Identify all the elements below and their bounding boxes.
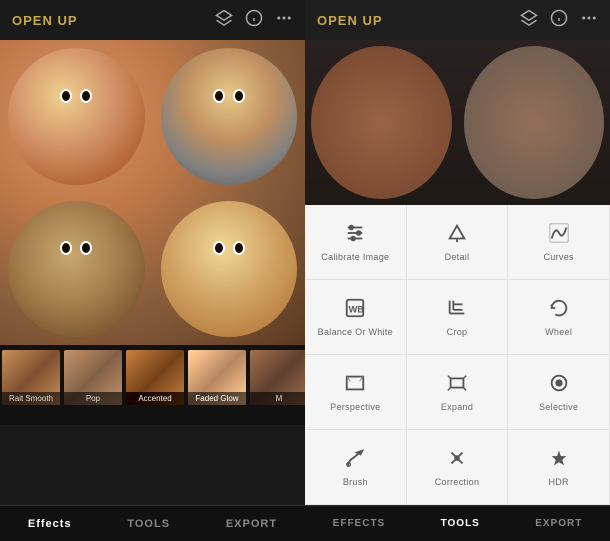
thumbnail-2[interactable]: Pop xyxy=(64,350,122,405)
info-icon[interactable] xyxy=(245,9,263,32)
right-top-icons xyxy=(520,9,598,32)
svg-text:WB: WB xyxy=(349,305,365,315)
tool-wheel-label: Wheel xyxy=(545,327,572,337)
tool-calibrate[interactable]: Calibrate Image xyxy=(305,205,407,280)
hdr-icon xyxy=(548,447,570,473)
right-panel: OPEN UP xyxy=(305,0,610,541)
expand-icon xyxy=(446,372,468,398)
funko-top-left xyxy=(8,48,145,185)
thumbnail-4[interactable]: Faded Glow xyxy=(188,350,246,405)
thumb-label-4: Faded Glow xyxy=(188,392,246,405)
left-panel: OPEN UP xyxy=(0,0,305,541)
tool-perspective[interactable]: Perspective xyxy=(305,355,407,430)
tool-detail-label: Detail xyxy=(445,252,470,262)
thumb-label-1: Rait Smooth xyxy=(2,392,60,405)
thumbnail-3[interactable]: Accented xyxy=(126,350,184,405)
right-tab-tools[interactable]: TOOLS xyxy=(435,510,486,537)
tool-hdr-label: HDR xyxy=(548,477,568,487)
tool-crop-label: Crop xyxy=(447,327,468,337)
tools-grid: Calibrate Image Detail Curves xyxy=(305,205,610,505)
left-top-bar: OPEN UP xyxy=(0,0,305,40)
right-image-content xyxy=(305,40,610,205)
triangle-down-icon xyxy=(446,222,468,248)
right-top-bar: OPEN UP xyxy=(305,0,610,40)
right-bottom-tabs: EFFECTS TOOLS EXPORT xyxy=(305,505,610,541)
left-top-icons xyxy=(215,9,293,32)
tool-expand[interactable]: Expand xyxy=(407,355,509,430)
thumb-label-5: M xyxy=(250,392,305,405)
wb-icon: WB xyxy=(344,297,366,323)
brush-icon xyxy=(344,447,366,473)
more-icon[interactable] xyxy=(275,9,293,32)
crop-icon xyxy=(446,297,468,323)
tab-effects[interactable]: Effects xyxy=(18,510,82,538)
tool-selective-label: Selective xyxy=(539,402,578,412)
tool-curves-label: Curves xyxy=(544,252,574,262)
right-layers-icon[interactable] xyxy=(520,9,538,32)
tab-export[interactable]: EXPORT xyxy=(216,510,287,538)
right-tab-effects[interactable]: EFFECTS xyxy=(327,510,392,537)
tool-wheel[interactable]: Wheel xyxy=(508,280,610,355)
thumb-label-2: Pop xyxy=(64,392,122,405)
app-title-right: OPEN UP xyxy=(317,13,383,28)
rotate-icon xyxy=(548,297,570,323)
selective-icon xyxy=(548,372,570,398)
correction-icon xyxy=(446,447,468,473)
left-bottom-tabs: Effects TOOLS EXPORT xyxy=(0,505,305,541)
thumb-label-3: Accented xyxy=(126,392,184,405)
main-image-content xyxy=(0,40,305,345)
tool-curves[interactable]: Curves xyxy=(508,205,610,280)
thumbnail-1[interactable]: Rait Smooth xyxy=(2,350,60,405)
tool-balance-label: Balance Or White xyxy=(318,327,393,337)
right-info-icon[interactable] xyxy=(550,9,568,32)
tool-crop[interactable]: Crop xyxy=(407,280,509,355)
right-more-icon[interactable] xyxy=(580,9,598,32)
tool-correction-label: Correction xyxy=(435,477,480,487)
right-funko-tl xyxy=(311,46,452,199)
app-title-left: OPEN UP xyxy=(12,13,78,28)
tool-brush[interactable]: Brush xyxy=(305,430,407,505)
tab-tools[interactable]: TOOLS xyxy=(117,510,180,538)
right-funko-tr xyxy=(464,46,605,199)
tool-correction[interactable]: Correction xyxy=(407,430,509,505)
tool-balance[interactable]: WB Balance Or White xyxy=(305,280,407,355)
funko-bottom-left xyxy=(8,201,145,338)
funko-bottom-right xyxy=(161,201,298,338)
tool-hdr[interactable]: HDR xyxy=(508,430,610,505)
tool-calibrate-label: Calibrate Image xyxy=(321,252,389,262)
thumbnail-strip: Rait Smooth Pop Accented Faded Glow M xyxy=(0,345,305,425)
right-tab-export[interactable]: EXPORT xyxy=(529,510,588,537)
tool-selective[interactable]: Selective xyxy=(508,355,610,430)
right-main-image xyxy=(305,40,610,205)
tool-expand-label: Expand xyxy=(441,402,473,412)
left-main-image xyxy=(0,40,305,345)
tool-detail[interactable]: Detail xyxy=(407,205,509,280)
sliders-icon xyxy=(344,222,366,248)
perspective-icon xyxy=(344,372,366,398)
tool-perspective-label: Perspective xyxy=(330,402,380,412)
funko-top-right xyxy=(161,48,298,185)
thumbnail-5[interactable]: M xyxy=(250,350,305,405)
curve-icon xyxy=(548,222,570,248)
tool-brush-label: Brush xyxy=(343,477,368,487)
layers-icon[interactable] xyxy=(215,9,233,32)
